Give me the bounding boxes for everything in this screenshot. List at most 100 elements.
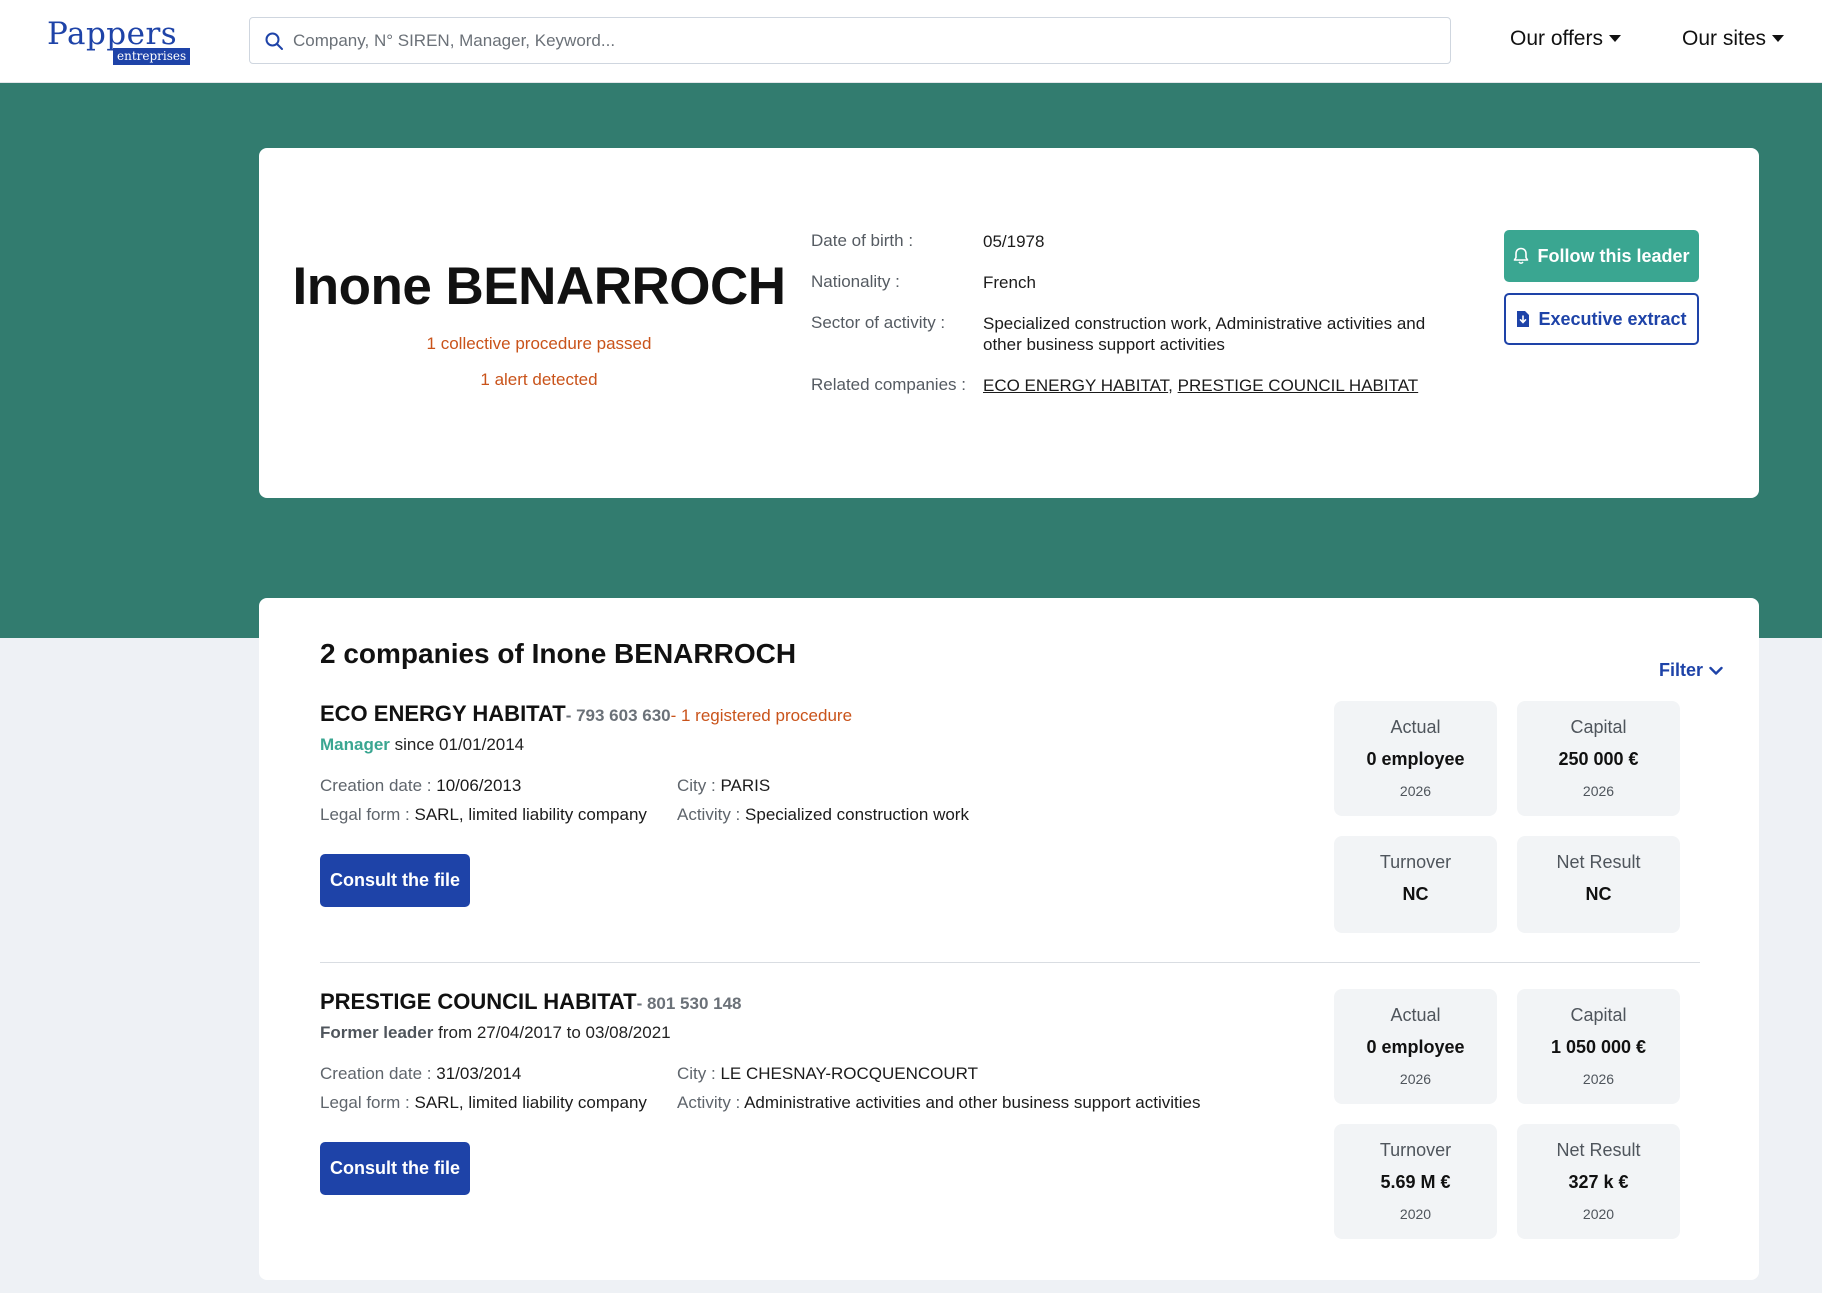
activity: Activity : Specialized construction work (677, 805, 969, 825)
leader-profile-card: Inone BENARROCH 1 collective procedure p… (259, 148, 1759, 498)
nationality-value: French (983, 273, 1036, 292)
activity: Activity : Administrative activities and… (677, 1093, 1200, 1113)
companies-card: 2 companies of Inone BENARROCH Filter EC… (259, 598, 1759, 1280)
creation-date-label: Creation date : (320, 1064, 432, 1083)
alert-link[interactable]: 1 alert detected (259, 370, 819, 390)
legal-form-label: Legal form : (320, 805, 410, 824)
city-value: PARIS (715, 776, 771, 795)
search-box (249, 17, 1451, 64)
chevron-down-icon (1709, 666, 1723, 675)
related-company-link[interactable]: ECO ENERGY HABITAT (983, 376, 1168, 395)
stat-label: Actual (1390, 1005, 1441, 1025)
dob-label: Date of birth : (811, 231, 914, 250)
logo-subtitle: entreprises (113, 48, 191, 65)
company-siren: - 793 603 630 (565, 706, 671, 725)
company-siren: - 801 530 148 (636, 994, 742, 1013)
creation-date-value: 10/06/2013 (431, 776, 522, 795)
stat-label: Net Result (1556, 852, 1641, 872)
city-value: LE CHESNAY-ROCQUENCOURT (715, 1064, 979, 1083)
city: City : LE CHESNAY-ROCQUENCOURT (677, 1064, 978, 1084)
company-divider (320, 962, 1700, 963)
stat-label: Net Result (1556, 1140, 1641, 1160)
stat-label: Turnover (1379, 1140, 1452, 1160)
executive-extract-button[interactable]: Executive extract (1504, 293, 1699, 345)
legal-form: Legal form : SARL, limited liability com… (320, 1093, 647, 1113)
logo-wordmark: Pappers (47, 16, 178, 52)
company-role: Former leader from 27/04/2017 to 03/08/2… (320, 1023, 671, 1043)
city-label: City : (677, 776, 716, 795)
leader-name: Inone BENARROCH (292, 257, 786, 316)
company-role: Manager since 01/01/2014 (320, 735, 524, 755)
nav-our-sites[interactable]: Our sites (1682, 27, 1785, 51)
nav-our-offers-label: Our offers (1510, 27, 1603, 50)
caret-down-icon (1608, 35, 1621, 42)
stat-value: 1 050 000 € (1550, 1037, 1647, 1057)
follow-leader-button[interactable]: Follow this leader (1504, 230, 1699, 282)
collective-procedure-link[interactable]: 1 collective procedure passed (259, 334, 819, 354)
filter-button[interactable]: Filter (1659, 660, 1723, 681)
pappers-logo[interactable]: Pappers entreprises (47, 16, 197, 68)
caret-down-icon (1772, 35, 1785, 42)
stat-value: 327 k € (1568, 1172, 1629, 1192)
stat-turnover: Turnover NC (1334, 836, 1497, 933)
role-period: since 01/01/2014 (389, 735, 525, 754)
stat-capital: Capital 1 050 000 € 2026 (1517, 989, 1680, 1104)
legal-form-value: SARL, limited liability company (409, 805, 647, 824)
creation-date: Creation date : 31/03/2014 (320, 1064, 521, 1084)
stat-label: Capital (1570, 717, 1627, 737)
companies-title: 2 companies of Inone BENARROCH (320, 638, 797, 669)
nationality-label: Nationality : (811, 272, 900, 291)
related-separator: , (1168, 376, 1173, 395)
stat-label: Actual (1390, 717, 1441, 737)
company-item: ECO ENERGY HABITAT- 793 603 630- 1 regis… (320, 701, 1720, 971)
company-header: ECO ENERGY HABITAT- 793 603 630- 1 regis… (320, 701, 852, 727)
executive-extract-label: Executive extract (1538, 308, 1687, 329)
activity-value: Specialized construction work (740, 805, 969, 824)
consult-file-button[interactable]: Consult the file (320, 854, 470, 907)
stat-label: Capital (1570, 1005, 1627, 1025)
stat-year: 2026 (1399, 1071, 1432, 1087)
creation-date-label: Creation date : (320, 776, 432, 795)
city: City : PARIS (677, 776, 770, 796)
company-name-link[interactable]: PRESTIGE COUNCIL HABITAT (320, 989, 637, 1014)
company-name-link[interactable]: ECO ENERGY HABITAT (320, 701, 566, 726)
related-value: ECO ENERGY HABITAT, PRESTIGE COUNCIL HAB… (983, 375, 1453, 396)
stat-turnover: Turnover 5.69 M € 2020 (1334, 1124, 1497, 1239)
top-navigation-bar: Pappers entreprises Our offers Our sites (0, 0, 1822, 83)
search-icon (265, 32, 283, 50)
stat-value: 0 employee (1366, 749, 1465, 769)
nav-our-sites-label: Our sites (1682, 27, 1767, 50)
stat-capital: Capital 250 000 € 2026 (1517, 701, 1680, 816)
stat-actual: Actual 0 employee 2026 (1334, 989, 1497, 1104)
stat-value: 250 000 € (1558, 749, 1639, 769)
sector-value: Specialized construction work, Administr… (983, 314, 1426, 354)
stat-year: 2020 (1399, 1206, 1432, 1222)
stat-actual: Actual 0 employee 2026 (1334, 701, 1497, 816)
related-label: Related companies : (811, 375, 966, 394)
consult-file-button[interactable]: Consult the file (320, 1142, 470, 1195)
related-company-link[interactable]: PRESTIGE COUNCIL HABITAT (1178, 376, 1419, 395)
creation-date-value: 31/03/2014 (431, 1064, 522, 1083)
activity-label: Activity : (677, 805, 741, 824)
company-header: PRESTIGE COUNCIL HABITAT- 801 530 148 (320, 989, 741, 1015)
city-label: City : (677, 1064, 716, 1083)
stat-value: 5.69 M € (1380, 1172, 1451, 1192)
stat-net-result: Net Result 327 k € 2020 (1517, 1124, 1680, 1239)
activity-value: Administrative activities and other busi… (740, 1093, 1201, 1112)
nav-our-offers[interactable]: Our offers (1510, 27, 1621, 51)
role-title: Former leader (320, 1023, 434, 1042)
follow-leader-label: Follow this leader (1537, 245, 1690, 266)
role-period: from 27/04/2017 to 03/08/2021 (433, 1023, 671, 1042)
stat-year: 2026 (1582, 1071, 1615, 1087)
dob-value: 05/1978 (983, 232, 1045, 251)
bell-icon (1514, 247, 1529, 265)
stat-net-result: Net Result NC (1517, 836, 1680, 933)
stat-value: NC (1585, 884, 1612, 904)
stat-year: 2020 (1582, 1206, 1615, 1222)
search-input[interactable] (293, 18, 1433, 63)
registered-procedure-link[interactable]: - 1 registered procedure (671, 706, 852, 725)
creation-date: Creation date : 10/06/2013 (320, 776, 521, 796)
company-item: PRESTIGE COUNCIL HABITAT- 801 530 148 Fo… (320, 989, 1720, 1259)
legal-form-label: Legal form : (320, 1093, 410, 1112)
legal-form: Legal form : SARL, limited liability com… (320, 805, 647, 825)
